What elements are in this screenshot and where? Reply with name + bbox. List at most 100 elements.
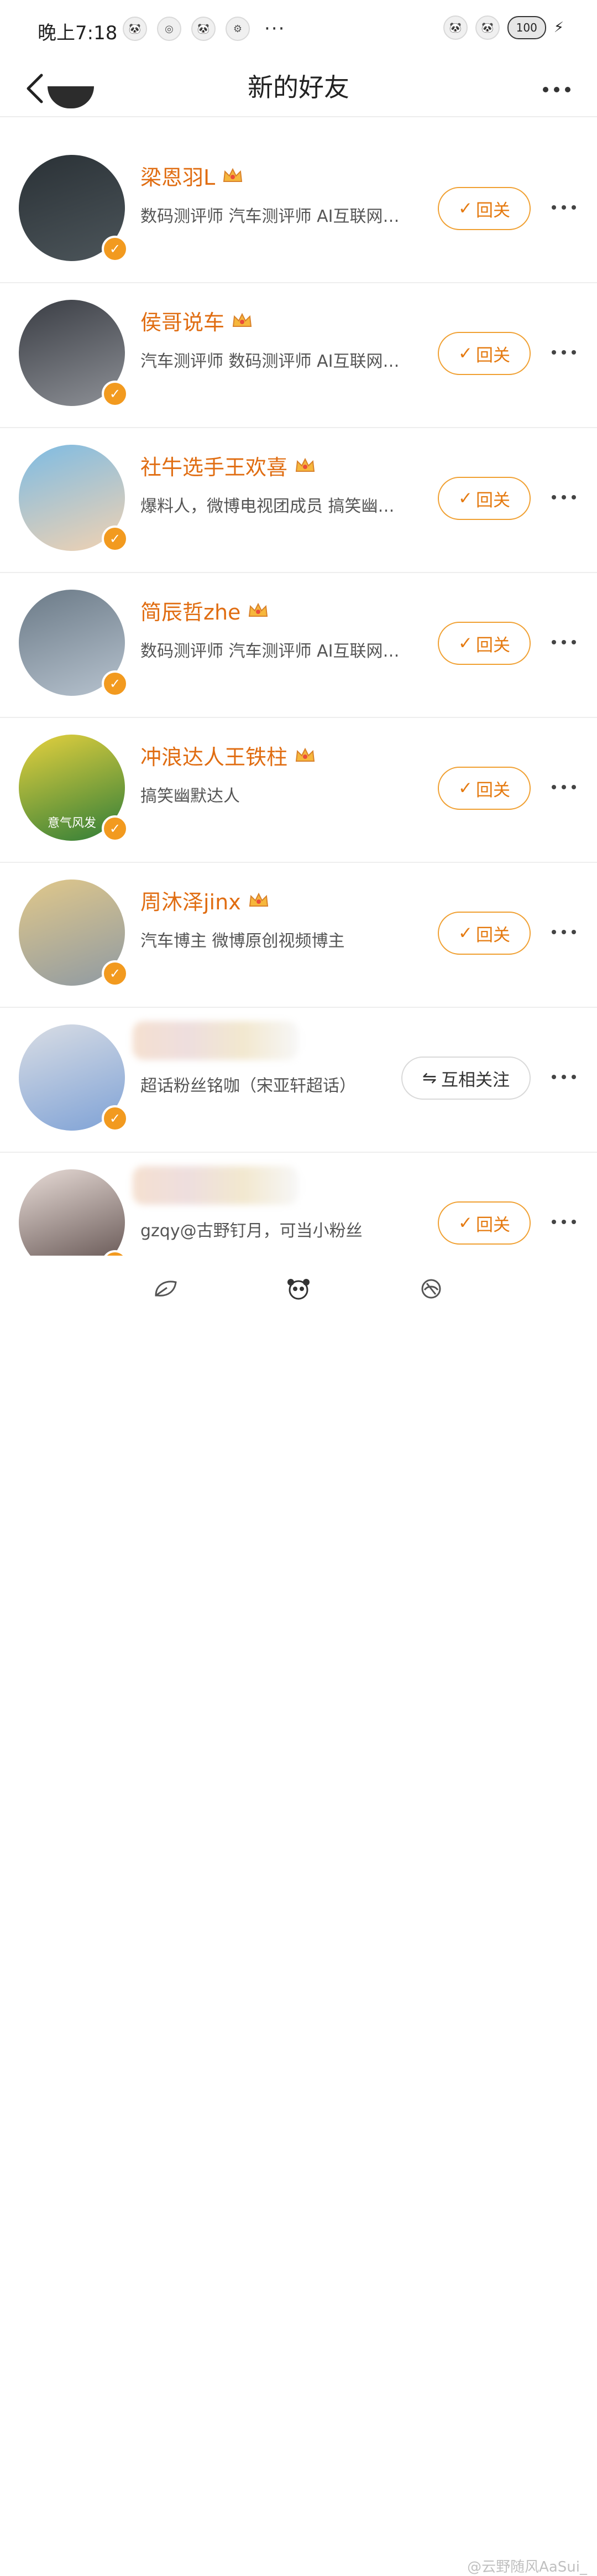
watermark: @云野随风AaSui_ <box>467 2559 587 2575</box>
more-dots-icon <box>552 785 576 789</box>
friend-list: ✓ 梁恩羽L 数码测评师 汽车测评师 AI互联网… ✓ 回关 ✓ 侯哥说车 汽车测评师 数码测… <box>0 138 597 1298</box>
more-dots-icon <box>552 1075 576 1079</box>
check-icon: ✓ <box>458 633 473 653</box>
verified-badge-icon: ✓ <box>102 381 128 407</box>
verified-badge-icon: ✓ <box>102 960 128 987</box>
follow-back-button[interactable]: ✓ 回关 <box>438 1201 531 1245</box>
follow-back-button[interactable]: ✓ 回关 <box>438 187 531 230</box>
action-label: 回关 <box>475 490 510 511</box>
row-more-button[interactable] <box>547 1069 580 1085</box>
follow-back-button[interactable]: ✓ 回关 <box>438 912 531 955</box>
check-icon: ✓ <box>458 1213 473 1233</box>
status-icons-right: 🐼 🐼 100 ⚡ <box>443 15 564 40</box>
panda-sticker-icon: 🐼 <box>443 15 468 40</box>
friend-row[interactable]: ✓ 社牛选手王欢喜 爆料人，微博电视团成员 搞笑幽… ✓ 回关 <box>0 428 597 573</box>
check-icon: ✓ <box>458 199 473 218</box>
row-more-button[interactable] <box>547 634 580 650</box>
mutual-follow-button[interactable]: ⇋ 互相关注 <box>401 1057 531 1100</box>
more-dots-icon <box>552 350 576 355</box>
panda-small-icon: 🐼 <box>191 17 216 41</box>
action-label: 回关 <box>475 200 510 221</box>
gear-icon: ⚙ <box>226 17 250 41</box>
friend-name-text: 社牛选手王欢喜 <box>140 455 288 480</box>
more-options-button[interactable] <box>532 67 582 112</box>
friend-description: 汽车博主 微博原创视频博主 <box>140 931 345 951</box>
more-dots-icon <box>552 1220 576 1224</box>
follow-back-button[interactable]: ✓ 回关 <box>438 332 531 375</box>
charging-icon: ⚡ <box>553 19 564 36</box>
status-icons-left: 🐼 ◎ 🐼 ⚙ ··· <box>123 17 285 41</box>
check-icon: ✓ <box>458 923 473 943</box>
crown-icon <box>232 313 252 327</box>
friend-name[interactable]: 梁恩羽L <box>140 160 244 191</box>
crown-icon <box>249 892 268 907</box>
battery-indicator: 100 <box>507 16 546 39</box>
friend-description: 数码测评师 汽车测评师 AI互联网… <box>140 642 400 661</box>
more-dots-icon <box>552 640 576 644</box>
blurred-name <box>133 1021 298 1060</box>
friend-row[interactable]: ✓ 超话粉丝铭咖（宋亚轩超话） ⇋ 互相关注 <box>0 1008 597 1153</box>
follow-back-button[interactable]: ✓ 回关 <box>438 767 531 810</box>
action-label: 回关 <box>475 1215 510 1235</box>
more-dots-icon <box>543 87 570 92</box>
blurred-name <box>133 1166 298 1205</box>
friend-name[interactable]: 侯哥说车 <box>140 305 253 336</box>
check-icon: ✓ <box>458 778 473 798</box>
swirl-icon: ◎ <box>157 17 181 41</box>
verified-badge-icon: ✓ <box>102 1105 128 1132</box>
friend-name-text: 冲浪达人王铁柱 <box>140 745 288 769</box>
friend-name-text: 简辰哲zhe <box>140 600 241 625</box>
friend-name[interactable]: 社牛选手王欢喜 <box>140 450 316 481</box>
follow-back-button[interactable]: ✓ 回关 <box>438 622 531 665</box>
friend-row[interactable]: ✓ 侯哥说车 汽车测评师 数码测评师 AI互联网… ✓ 回关 <box>0 283 597 428</box>
action-label: 回关 <box>475 635 510 655</box>
status-more-dots: ··· <box>264 18 286 40</box>
sticker-icon[interactable] <box>415 1272 448 1305</box>
panda-icon[interactable] <box>282 1272 315 1305</box>
friend-name-text: 侯哥说车 <box>140 310 225 335</box>
friend-row[interactable]: ✓ 周沐泽jinx 汽车博主 微博原创视频博主 ✓ 回关 <box>0 863 597 1008</box>
check-icon: ✓ <box>458 344 473 363</box>
verified-badge-icon: ✓ <box>102 670 128 697</box>
verified-badge-icon: ✓ <box>102 815 128 842</box>
crown-icon <box>249 602 268 617</box>
friend-description: 超话粉丝铭咖（宋亚轩超话） <box>140 1076 356 1096</box>
panda-wifi-icon: 🐼 <box>475 15 500 40</box>
follow-back-button[interactable]: ✓ 回关 <box>438 477 531 520</box>
action-label: 互相关注 <box>441 1070 510 1090</box>
action-label: 回关 <box>475 780 510 800</box>
friend-description: 汽车测评师 数码测评师 AI互联网… <box>140 352 400 371</box>
crown-icon <box>223 168 243 182</box>
divider <box>0 116 597 117</box>
verified-badge-icon: ✓ <box>102 525 128 552</box>
friend-description: 爆料人，微博电视团成员 搞笑幽… <box>140 497 395 516</box>
friend-row[interactable]: 意气风发 ✓ 冲浪达人王铁柱 搞笑幽默达人 ✓ 回关 <box>0 718 597 863</box>
friend-name-text: 周沐泽jinx <box>140 890 241 914</box>
status-time: 晚上7:18 <box>38 22 118 44</box>
row-more-button[interactable] <box>547 779 580 795</box>
action-label: 回关 <box>475 345 510 366</box>
action-label: 回关 <box>475 925 510 945</box>
more-dots-icon <box>552 205 576 210</box>
row-more-button[interactable] <box>547 1214 580 1230</box>
row-more-button[interactable] <box>547 344 580 361</box>
swap-arrows-icon: ⇋ <box>422 1068 437 1088</box>
friend-name-text: 梁恩羽L <box>140 165 216 190</box>
friend-name[interactable]: 冲浪达人王铁柱 <box>140 740 316 771</box>
friend-row[interactable]: ✓ 梁恩羽L 数码测评师 汽车测评师 AI互联网… ✓ 回关 <box>0 138 597 283</box>
more-dots-icon <box>552 930 576 934</box>
friend-row[interactable]: ✓ 简辰哲zhe 数码测评师 汽车测评师 AI互联网… ✓ 回关 <box>0 573 597 718</box>
friend-description: 搞笑幽默达人 <box>140 787 240 806</box>
more-dots-icon <box>552 495 576 499</box>
row-more-button[interactable] <box>547 199 580 216</box>
leaf-icon[interactable] <box>149 1272 182 1305</box>
friend-description: 数码测评师 汽车测评师 AI互联网… <box>140 207 400 226</box>
friend-name[interactable]: 简辰哲zhe <box>140 595 269 626</box>
friend-name[interactable]: 周沐泽jinx <box>140 885 270 915</box>
friend-description: gzqy@古野钉月，可当小粉丝 <box>140 1221 363 1241</box>
verified-badge-icon: ✓ <box>102 236 128 262</box>
check-icon: ✓ <box>458 488 473 508</box>
npc-panda-icon: 🐼 <box>123 17 147 41</box>
row-more-button[interactable] <box>547 489 580 506</box>
row-more-button[interactable] <box>547 924 580 940</box>
